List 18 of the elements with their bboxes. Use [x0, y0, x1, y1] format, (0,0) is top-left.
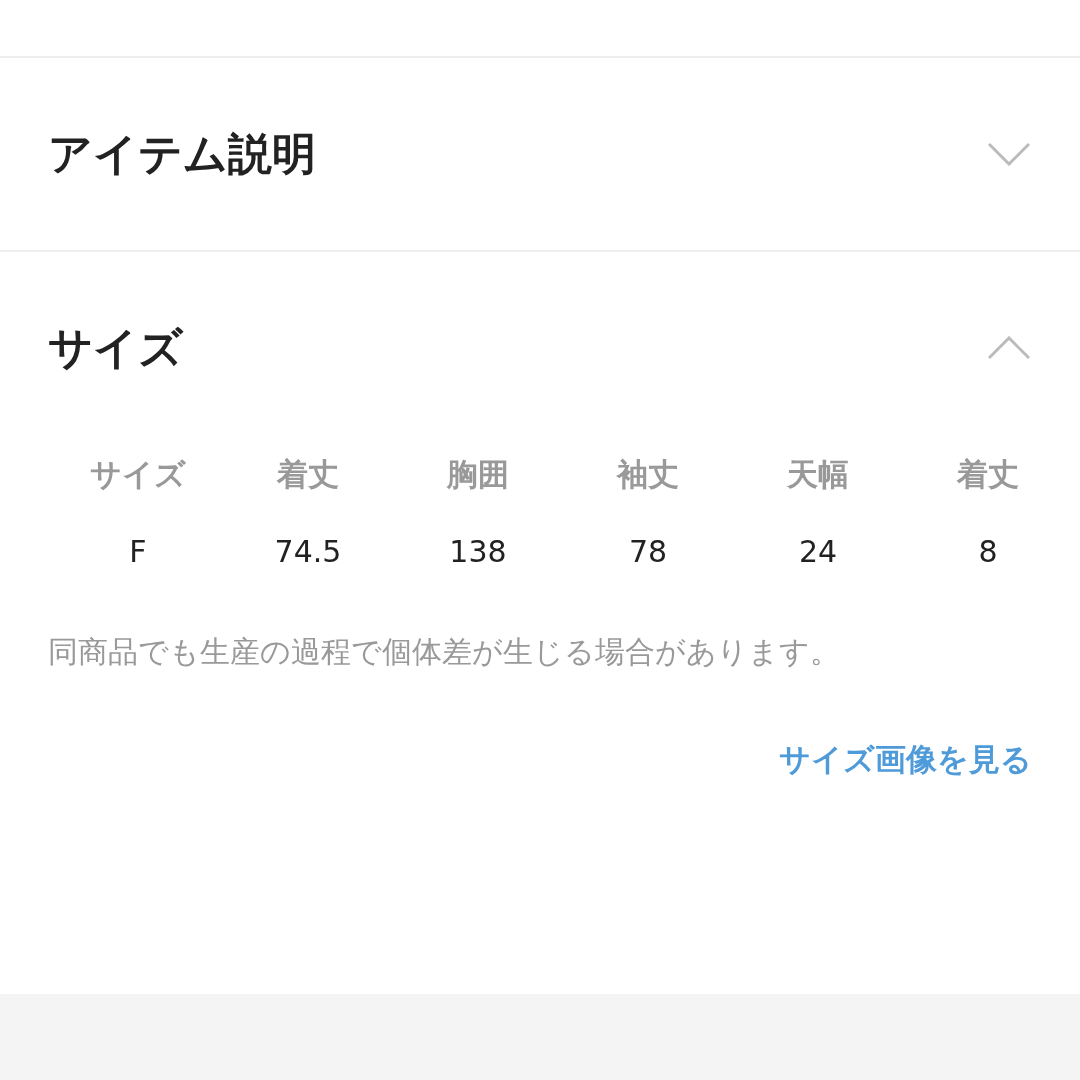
- section-title: アイテム説明: [48, 127, 316, 181]
- chevron-down-icon[interactable]: [988, 142, 1030, 166]
- column-header: 袖丈: [615, 455, 680, 494]
- table-cell-text: 8: [977, 533, 999, 571]
- column-header: 着丈: [955, 455, 1020, 494]
- table-cell-text: 138: [448, 533, 508, 571]
- column-header: 胸囲: [445, 455, 510, 494]
- table-cell-text: F: [128, 533, 148, 571]
- column-header: サイズ: [89, 455, 187, 494]
- column-header: 天幅: [786, 455, 850, 494]
- section-title: サイズ: [48, 321, 183, 375]
- table-cell-text: 74.5: [273, 533, 343, 571]
- table-cell-text: 78: [627, 533, 669, 571]
- note-text: 同商品でも生産の過程で個体差が生じる場合があります。: [48, 633, 841, 671]
- table-cell-text: 24: [797, 533, 839, 571]
- chevron-up-icon[interactable]: [988, 336, 1030, 360]
- column-header: 着丈: [275, 455, 340, 494]
- size-image-link[interactable]: サイズ画像を見る: [779, 736, 1032, 783]
